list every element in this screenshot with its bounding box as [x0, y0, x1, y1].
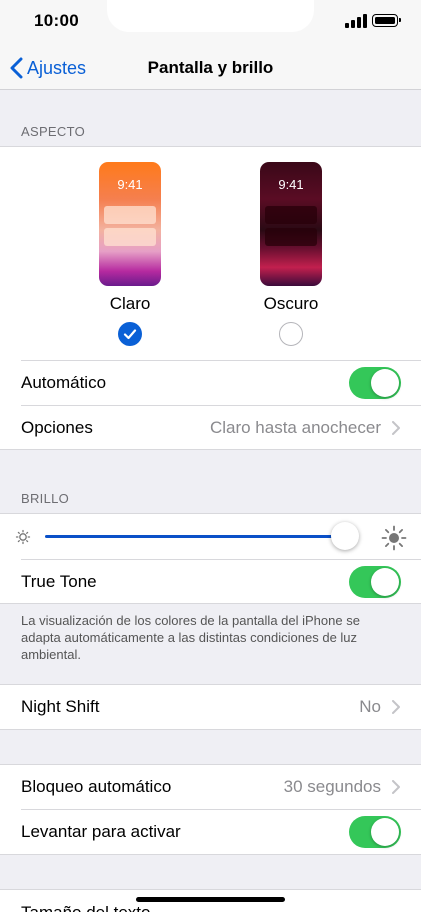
brightness-group: True Tone [0, 513, 421, 604]
night-shift-group: Night Shift No [0, 684, 421, 730]
section-header-brightness: BRILLO [21, 491, 70, 506]
brightness-high-icon [381, 525, 407, 551]
automatic-row: Automático [0, 361, 421, 405]
raise-to-wake-label: Levantar para activar [21, 822, 181, 841]
chevron-right-icon [392, 780, 400, 794]
automatic-label: Automático [21, 373, 107, 392]
light-mode-preview[interactable]: 9:41 [99, 162, 161, 286]
dark-mode-label: Oscuro [263, 294, 319, 313]
text-size-label: Tamaño del texto [21, 903, 150, 912]
auto-lock-label: Bloqueo automático [21, 777, 172, 796]
chevron-right-icon [392, 421, 400, 435]
true-tone-footnote: La visualización de los colores de la pa… [21, 613, 360, 662]
true-tone-label: True Tone [21, 572, 97, 591]
raise-to-wake-row: Levantar para activar [0, 810, 421, 854]
options-value: Claro hasta anochecer [209, 418, 381, 437]
night-shift-value: No [359, 697, 381, 716]
raise-to-wake-toggle[interactable] [349, 816, 401, 848]
battery-icon [372, 14, 401, 27]
night-shift-row[interactable]: Night Shift No [0, 685, 421, 729]
automatic-toggle[interactable] [349, 367, 401, 399]
navigation-bar: Ajustes Pantalla y brillo [0, 46, 421, 90]
brightness-slider-thumb[interactable] [330, 522, 359, 550]
dark-mode-preview[interactable]: 9:41 [260, 162, 322, 286]
light-preview-card [104, 228, 156, 246]
options-row[interactable]: Opciones Claro hasta anochecer [0, 406, 421, 450]
status-bar: 10:00 [0, 0, 421, 46]
auto-lock-value: 30 segundos [283, 777, 381, 796]
section-header-appearance: ASPECTO [21, 124, 85, 139]
night-shift-label: Night Shift [21, 697, 100, 716]
home-indicator[interactable] [136, 897, 285, 902]
page-title: Pantalla y brillo [147, 58, 274, 77]
dark-mode-radio-circle[interactable] [279, 322, 303, 346]
light-preview-card [104, 206, 156, 224]
lock-group: Bloqueo automático 30 segundos Levantar … [0, 764, 421, 855]
options-label: Opciones [21, 418, 93, 437]
dark-preview-card [265, 228, 317, 246]
true-tone-toggle[interactable] [349, 566, 401, 598]
brightness-low-icon [15, 529, 31, 545]
brightness-slider-track[interactable] [45, 535, 357, 538]
auto-lock-row[interactable]: Bloqueo automático 30 segundos [0, 765, 421, 809]
dark-preview-time: 9:41 [278, 177, 304, 192]
light-mode-label: Claro [109, 294, 151, 313]
status-time: 10:00 [34, 11, 79, 30]
light-preview-time: 9:41 [117, 177, 143, 192]
light-mode-selected-checkmark-icon[interactable] [118, 322, 142, 346]
chevron-right-icon [392, 700, 400, 714]
checkmark-icon [123, 329, 137, 340]
dark-preview-card [265, 206, 317, 224]
cellular-signal-icon [345, 14, 367, 28]
true-tone-row: True Tone [0, 560, 421, 604]
appearance-group: 9:41 9:41 Claro Oscuro Automático Opcion… [0, 146, 421, 450]
notch [107, 0, 314, 32]
